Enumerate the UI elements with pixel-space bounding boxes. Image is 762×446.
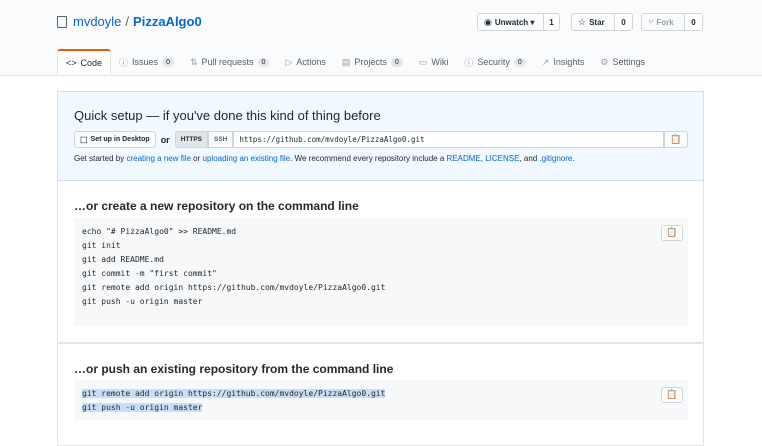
code-line: git add README.md xyxy=(82,255,164,264)
star-button[interactable]: ☆ Star xyxy=(571,13,615,31)
issue-icon: ⓘ xyxy=(119,57,129,68)
gitignore-link[interactable]: .gitignore xyxy=(539,154,572,163)
setup-help-text: Get started by creating a new file or up… xyxy=(74,154,575,163)
fork-icon: ⑂ xyxy=(648,17,654,27)
selected-code-text: git push -u origin master xyxy=(82,403,203,412)
code-line: git push -u origin master xyxy=(82,401,680,415)
new-repo-section: …or create a new repository on the comma… xyxy=(57,181,704,343)
setup-desktop-button[interactable]: ⬚ Set up in Desktop xyxy=(74,131,156,148)
repo-name-link[interactable]: PizzaAlgo0 xyxy=(133,14,202,29)
tab-insights[interactable]: ↗ Insights xyxy=(534,49,593,75)
https-button[interactable]: HTTPS xyxy=(174,131,208,148)
create-new-file-link[interactable]: creating a new file xyxy=(126,154,190,163)
tab-label: Wiki xyxy=(431,57,449,67)
new-repo-title: …or create a new repository on the comma… xyxy=(74,199,359,213)
star-label: Star xyxy=(589,17,605,27)
repo-owner-link[interactable]: mvdoyle xyxy=(73,14,121,29)
code-line: git push -u origin master xyxy=(82,297,203,306)
push-repo-code-block[interactable]: git remote add origin https://github.com… xyxy=(74,380,688,420)
graph-icon: ↗ xyxy=(541,56,550,67)
code-line: git init xyxy=(82,241,121,250)
tab-pull-requests[interactable]: ⇅ Pull requests 0 xyxy=(182,49,277,75)
unwatch-button[interactable]: ◉ Unwatch ▾ xyxy=(477,13,544,31)
tab-label: Insights xyxy=(553,57,585,67)
repo-separator: / xyxy=(125,14,130,29)
fork-label: Fork xyxy=(656,17,674,27)
copy-url-button[interactable]: 📋 xyxy=(664,131,688,148)
fork-group: ⑂ Fork 0 xyxy=(641,13,703,31)
tab-counter: 0 xyxy=(390,57,403,67)
tab-issues[interactable]: ⓘ Issues 0 xyxy=(111,49,182,75)
star-icon: ☆ xyxy=(578,16,587,27)
clipboard-icon: 📋 xyxy=(670,134,682,144)
tab-label: Pull requests xyxy=(201,57,254,67)
play-icon: ▷ xyxy=(285,56,293,67)
tab-code[interactable]: <> Code xyxy=(57,49,112,75)
quick-setup-panel: Quick setup — if you've done this kind o… xyxy=(57,91,704,181)
help-text: . xyxy=(572,154,575,163)
tab-label: Actions xyxy=(296,57,326,67)
fork-count[interactable]: 0 xyxy=(685,13,703,31)
eye-icon: ◉ xyxy=(484,16,492,27)
or-label: or xyxy=(160,134,170,145)
code-line: git commit -m "first commit" xyxy=(82,269,217,278)
desktop-icon: ⬚ xyxy=(80,135,88,144)
tab-actions[interactable]: ▷ Actions xyxy=(277,49,333,75)
tab-security[interactable]: ⓘ Security 0 xyxy=(456,49,533,75)
repo-header: mvdoyle / PizzaAlgo0 ◉ Unwatch ▾ 1 ☆ Sta… xyxy=(0,0,762,76)
clone-url-input[interactable]: https://github.com/mvdoyle/PizzaAlgo0.gi… xyxy=(233,131,664,148)
tab-label: Security xyxy=(477,57,510,67)
clone-url-row: ⬚ Set up in Desktop or HTTPS SSH https:/… xyxy=(74,131,688,148)
tab-label: Settings xyxy=(612,57,645,67)
repo-nav-tabs: <> Code ⓘ Issues 0 ⇅ Pull requests 0 ▷ A… xyxy=(57,49,653,75)
star-count[interactable]: 0 xyxy=(615,13,633,31)
ssh-button[interactable]: SSH xyxy=(208,131,234,148)
project-icon: ▤ xyxy=(341,56,351,67)
copy-commands-button[interactable]: 📋 xyxy=(661,225,683,241)
license-link[interactable]: LICENSE xyxy=(485,154,519,163)
shield-icon: ⓘ xyxy=(464,57,474,68)
push-repo-title: …or push an existing repository from the… xyxy=(74,362,394,376)
help-text: Get started by xyxy=(74,154,127,163)
repo-title: mvdoyle / PizzaAlgo0 xyxy=(57,14,202,29)
gear-icon: ⚙ xyxy=(600,56,609,67)
tab-label: Projects xyxy=(354,57,387,67)
code-line: git remote add origin https://github.com… xyxy=(82,387,680,401)
push-repo-section: …or push an existing repository from the… xyxy=(57,343,704,446)
clipboard-icon: 📋 xyxy=(666,390,678,400)
help-text: . We recommend every repository include … xyxy=(290,154,447,163)
quick-setup-title: Quick setup — if you've done this kind o… xyxy=(74,108,381,123)
tab-label: Code xyxy=(80,57,103,68)
selected-code-text: git remote add origin https://github.com… xyxy=(82,389,386,398)
setup-desktop-label: Set up in Desktop xyxy=(90,136,150,143)
watch-count[interactable]: 1 xyxy=(544,13,560,31)
clipboard-icon: 📋 xyxy=(666,228,678,238)
upload-existing-file-link[interactable]: uploading an existing file xyxy=(203,154,291,163)
book-icon: ▭ xyxy=(418,56,428,67)
tab-counter: 0 xyxy=(513,57,526,67)
help-text: , and xyxy=(519,154,540,163)
tab-projects[interactable]: ▤ Projects 0 xyxy=(334,49,411,75)
code-line: git remote add origin https://github.com… xyxy=(82,283,386,292)
code-icon: <> xyxy=(66,57,77,68)
pull-request-icon: ⇅ xyxy=(189,56,198,67)
readme-link[interactable]: README xyxy=(447,154,481,163)
new-repo-code-block[interactable]: echo "# PizzaAlgo0" >> README.md git ini… xyxy=(74,218,688,326)
unwatch-label: Unwatch ▾ xyxy=(494,17,535,27)
tab-label: Issues xyxy=(132,57,159,67)
code-line: echo "# PizzaAlgo0" >> README.md xyxy=(82,227,237,236)
help-text: or xyxy=(190,154,203,163)
copy-push-commands-button[interactable]: 📋 xyxy=(661,387,683,403)
star-group: ☆ Star 0 xyxy=(571,13,633,31)
tab-counter: 0 xyxy=(257,57,270,67)
repo-icon xyxy=(57,15,67,28)
fork-button[interactable]: ⑂ Fork xyxy=(641,13,685,31)
tab-settings[interactable]: ⚙ Settings xyxy=(592,49,653,75)
tab-counter: 0 xyxy=(162,57,174,67)
watch-group: ◉ Unwatch ▾ 1 xyxy=(477,13,560,31)
tab-wiki[interactable]: ▭ Wiki xyxy=(411,49,457,75)
